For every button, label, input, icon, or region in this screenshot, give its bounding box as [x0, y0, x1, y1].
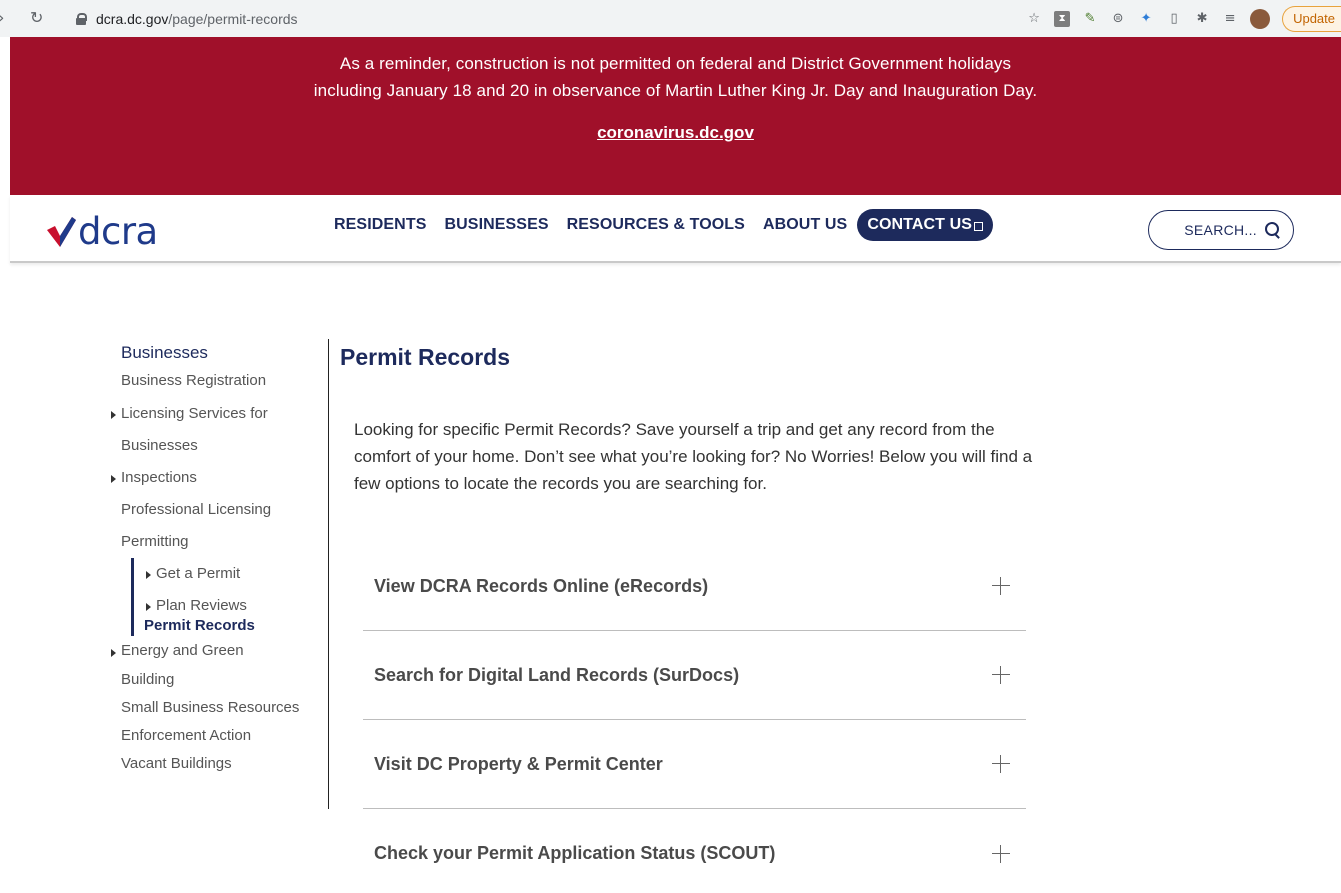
- checkmark-logo-icon: [47, 217, 76, 247]
- accordion-item-surdocs[interactable]: Search for Digital Land Records (SurDocs…: [363, 631, 1026, 720]
- sidebar-item-permit-records[interactable]: Permit Records: [144, 616, 331, 636]
- sidebar-item-small-business-resources[interactable]: Small Business Resources: [121, 694, 331, 722]
- sidebar-item-vacant-buildings[interactable]: Vacant Buildings: [121, 750, 331, 778]
- sidebar-item-energy-green-building[interactable]: Energy and Green Building: [111, 636, 271, 694]
- lock-icon[interactable]: [76, 12, 87, 25]
- plus-icon[interactable]: [992, 666, 1010, 684]
- accordion-title[interactable]: Search for Digital Land Records (SurDocs…: [374, 665, 739, 686]
- main-nav: RESIDENTS BUSINESSES RESOURCES & TOOLS A…: [334, 209, 994, 241]
- extension-icon[interactable]: ⊜: [1110, 11, 1126, 27]
- accordion-item-property-permit-center[interactable]: Visit DC Property & Permit Center: [363, 720, 1026, 809]
- sidebar-item-professional-licensing[interactable]: Professional Licensing: [121, 494, 331, 526]
- extension-icon[interactable]: ▯: [1166, 11, 1182, 27]
- reload-icon[interactable]: ↻: [30, 8, 43, 27]
- sidebar-item-business-registration[interactable]: Business Registration: [121, 369, 331, 393]
- search-box[interactable]: SEARCH...: [1148, 210, 1294, 250]
- address-bar[interactable]: dcra.dc.gov/page/permit-records: [60, 4, 1020, 33]
- search-icon[interactable]: [1265, 222, 1281, 238]
- sidebar-divider: [328, 339, 329, 809]
- dcra-logo[interactable]: dcra: [45, 209, 158, 253]
- contact-us-label: CONTACT US: [867, 216, 973, 233]
- forward-icon[interactable]: ›: [0, 8, 4, 27]
- alert-text: including January 18 and 20 in observanc…: [313, 81, 1038, 100]
- accordion-item-erecords[interactable]: View DCRA Records Online (eRecords): [363, 542, 1026, 631]
- plus-icon[interactable]: [992, 577, 1010, 595]
- sidebar-heading[interactable]: Businesses: [121, 343, 331, 363]
- accordion-title[interactable]: View DCRA Records Online (eRecords): [374, 576, 708, 597]
- accordion-title[interactable]: Check your Permit Application Status (SC…: [374, 843, 775, 864]
- plus-icon[interactable]: [992, 844, 1010, 863]
- sidebar-nav: Businesses Business Registration Licensi…: [111, 343, 331, 778]
- accordion-title[interactable]: Visit DC Property & Permit Center: [374, 754, 663, 775]
- external-link-icon: [974, 221, 984, 231]
- sidebar-submenu-permitting: Get a Permit Plan Reviews Permit Records: [131, 558, 331, 636]
- contact-us-button[interactable]: CONTACT US: [857, 209, 994, 241]
- nav-residents[interactable]: RESIDENTS: [334, 216, 426, 234]
- intro-paragraph: Looking for specific Permit Records? Sav…: [354, 420, 1033, 493]
- coronavirus-link[interactable]: coronavirus.dc.gov: [597, 123, 754, 143]
- nav-about-us[interactable]: ABOUT US: [763, 216, 847, 234]
- accordion-item-scout[interactable]: Check your Permit Application Status (SC…: [363, 809, 1026, 893]
- sidebar-item-enforcement-action[interactable]: Enforcement Action: [121, 722, 331, 750]
- bookmark-star-icon[interactable]: ☆: [1026, 11, 1042, 27]
- sidebar-item-get-a-permit[interactable]: Get a Permit: [144, 558, 331, 590]
- alert-banner: As a reminder, construction is not permi…: [10, 37, 1341, 195]
- media-control-icon[interactable]: ≡: [1222, 11, 1238, 27]
- records-accordion: View DCRA Records Online (eRecords) Sear…: [363, 542, 1026, 893]
- sidebar-item-licensing-services[interactable]: Licensing Services for Businesses: [111, 398, 291, 462]
- plus-icon[interactable]: [992, 755, 1010, 773]
- site-header: dcra RESIDENTS BUSINESSES RESOURCES & TO…: [10, 195, 1341, 263]
- profile-avatar[interactable]: [1250, 8, 1271, 29]
- nav-resources-tools[interactable]: RESOURCES & TOOLS: [567, 216, 745, 234]
- nav-businesses[interactable]: BUSINESSES: [444, 216, 548, 234]
- search-input[interactable]: SEARCH...: [1184, 222, 1257, 238]
- update-button[interactable]: Update: [1282, 5, 1341, 32]
- sidebar-item-inspections[interactable]: Inspections: [111, 462, 331, 494]
- extensions-bar: ☆ ⧗ ✎ ⊜ ✦ ▯ ✱ ≡ Update: [1026, 4, 1341, 33]
- sidebar-item-permitting[interactable]: Permitting: [121, 526, 331, 558]
- url-text[interactable]: dcra.dc.gov/page/permit-records: [96, 11, 298, 27]
- extension-icon[interactable]: ✦: [1138, 11, 1154, 27]
- extension-icon[interactable]: ⧗: [1054, 10, 1071, 27]
- page-title: Permit Records: [340, 344, 511, 370]
- puzzle-icon[interactable]: ✱: [1194, 11, 1210, 27]
- logo-text: dcra: [78, 209, 158, 253]
- extension-icon[interactable]: ✎: [1082, 11, 1098, 27]
- alert-text: As a reminder, construction is not permi…: [339, 54, 1012, 73]
- browser-toolbar: › ↻ dcra.dc.gov/page/permit-records ☆ ⧗ …: [0, 0, 1341, 37]
